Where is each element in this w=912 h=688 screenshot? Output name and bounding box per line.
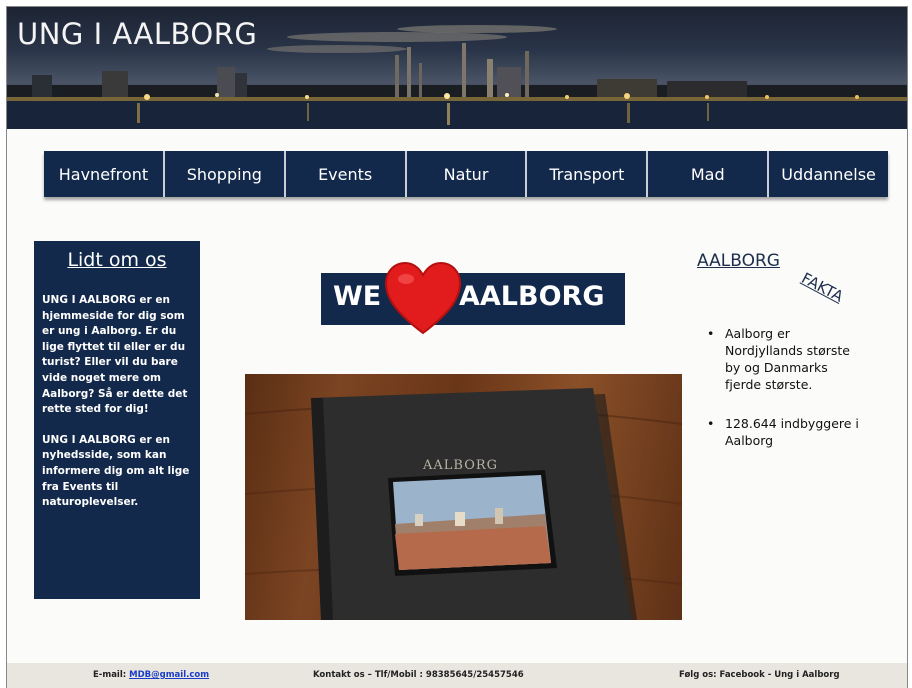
about-text: UNG I AALBORG er en hjemmeside for dig s…	[42, 293, 192, 511]
fakta-item: • 128.644 indbyggere i Aalborg	[707, 416, 859, 448]
nav-item-mad[interactable]: Mad	[646, 151, 768, 197]
about-paragraph-1: UNG I AALBORG er en hjemmeside for dig s…	[42, 294, 188, 416]
nav-item-uddannelse[interactable]: Uddannelse	[767, 151, 889, 197]
fakta-item: • Aalborg er Nordjyllands største by og D…	[707, 326, 850, 392]
site-title: UNG I AALBORG	[17, 17, 258, 51]
footer-contact: Kontakt os – Tlf/Mobil : 98385645/254575…	[313, 670, 524, 680]
main-nav: Havnefront Shopping Events Natur Transpo…	[44, 151, 889, 197]
footer-follow: Følg os: Facebook - Ung i Aalborg	[679, 670, 840, 680]
fakta-title: AALBORG	[697, 251, 780, 271]
nav-item-events[interactable]: Events	[283, 151, 405, 197]
email-link[interactable]: MDB@gmail.com	[129, 670, 209, 680]
bullet-icon: •	[707, 416, 715, 431]
fakta-tag: FAKTA	[798, 269, 847, 306]
nav-item-havnefront[interactable]: Havnefront	[44, 151, 163, 197]
footer-email: E-mail: MDB@gmail.com	[93, 670, 210, 680]
we-love-aalborg-logo: WE AALBORG	[321, 273, 625, 325]
logo-city: AALBORG	[459, 281, 605, 312]
heart-icon	[384, 261, 462, 335]
aalborg-book-photo: AALBORG	[245, 374, 682, 620]
logo-we: WE	[333, 281, 382, 312]
nav-item-natur[interactable]: Natur	[404, 151, 526, 197]
nav-item-transport[interactable]: Transport	[525, 151, 647, 197]
footer: E-mail: MDB@gmail.com Kontakt os – Tlf/M…	[7, 663, 907, 688]
book-image	[245, 388, 682, 620]
bullet-icon: •	[707, 326, 715, 341]
about-title: Lidt om os	[67, 249, 167, 271]
header-banner: UNG I AALBORG	[7, 7, 907, 129]
page: UNG I AALBORG Havnefront Shopping Events…	[6, 6, 908, 688]
book-title: AALBORG	[423, 458, 499, 473]
about-paragraph-2: UNG I AALBORG er en nyhedsside, som kan …	[42, 433, 190, 509]
about-box: Lidt om os UNG I AALBORG er en hjemmesid…	[34, 241, 200, 599]
fakta-list: • Aalborg er Nordjyllands største by og D…	[707, 325, 867, 471]
nav-item-shopping[interactable]: Shopping	[162, 151, 284, 197]
